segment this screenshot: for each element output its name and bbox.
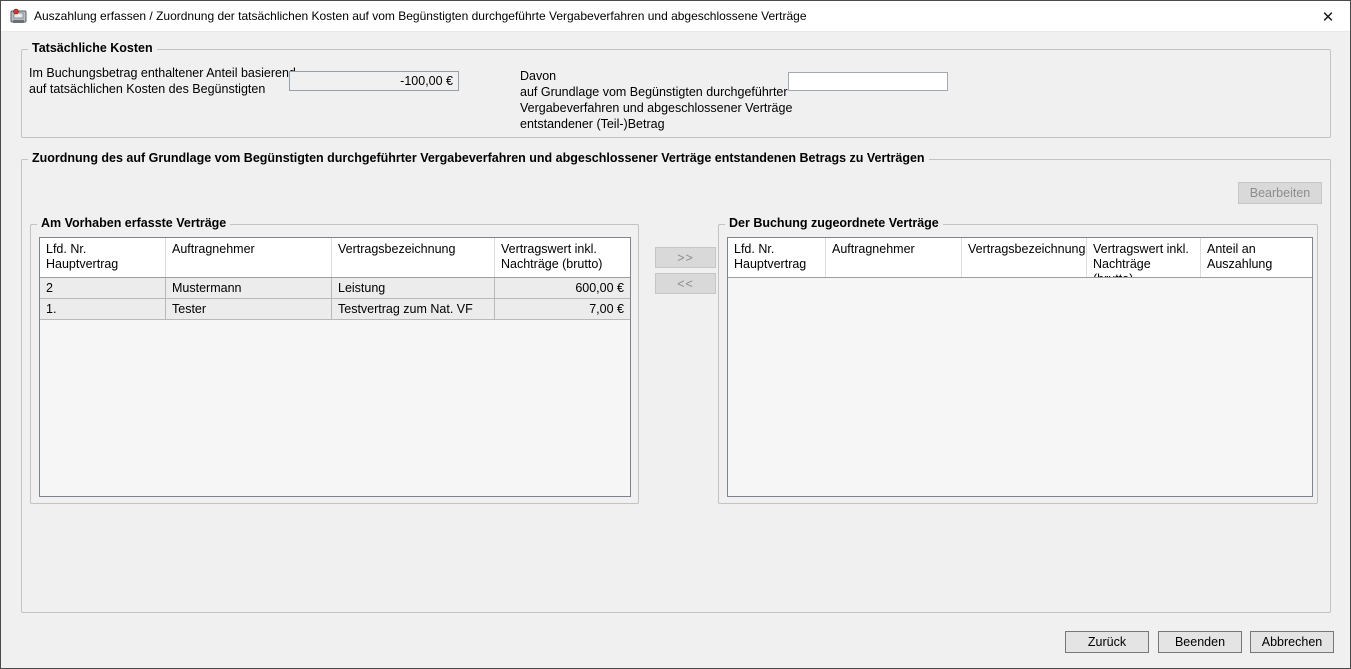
titlebar[interactable]: Auszahlung erfassen / Zuordnung der tats… bbox=[1, 1, 1350, 32]
close-icon[interactable]: ✕ bbox=[1316, 5, 1340, 29]
group-erfasste-vertraege-title: Am Vorhaben erfasste Verträge bbox=[37, 216, 230, 230]
cell-vertragsbezeichnung: Testvertrag zum Nat. VF bbox=[332, 299, 495, 319]
group-zuordnung-title: Zuordnung des auf Grundlage vom Begünsti… bbox=[28, 151, 929, 165]
cell-vertragsbezeichnung: Leistung bbox=[332, 278, 495, 298]
finish-button[interactable]: Beenden bbox=[1158, 631, 1242, 653]
move-left-button[interactable]: << bbox=[655, 273, 716, 294]
column-header: Vertragsbezeichnung bbox=[332, 238, 495, 277]
contracts-table: Lfd. Nr. Hauptvertrag Auftragnehmer Vert… bbox=[39, 237, 631, 497]
group-tatsaechliche-kosten: Tatsächliche Kosten Im Buchungsbetrag en… bbox=[21, 49, 1331, 138]
table-header-row: Lfd. Nr. Hauptvertrag Auftragnehmer Vert… bbox=[728, 238, 1312, 278]
cell-auftragnehmer: Mustermann bbox=[166, 278, 332, 298]
move-right-button[interactable]: >> bbox=[655, 247, 716, 268]
booking-share-label: Im Buchungsbetrag enthaltener Anteil bas… bbox=[29, 65, 296, 97]
column-header: Auftragnehmer bbox=[826, 238, 962, 277]
cell-lfd-nr: 1. bbox=[40, 299, 166, 319]
cell-auftragnehmer: Tester bbox=[166, 299, 332, 319]
column-header: Lfd. Nr. Hauptvertrag bbox=[728, 238, 826, 277]
app-icon bbox=[10, 8, 27, 25]
table-header-row: Lfd. Nr. Hauptvertrag Auftragnehmer Vert… bbox=[40, 238, 630, 278]
column-header: Vertragswert inkl. Nachträge (brutto) bbox=[1087, 238, 1201, 277]
back-button[interactable]: Zurück bbox=[1065, 631, 1149, 653]
cancel-button[interactable]: Abbrechen bbox=[1250, 631, 1334, 653]
cell-vertragswert: 7,00 € bbox=[495, 299, 630, 319]
column-header: Anteil an Auszahlung bbox=[1201, 238, 1312, 277]
table-row[interactable]: 1. Tester Testvertrag zum Nat. VF 7,00 € bbox=[40, 299, 630, 320]
booking-share-field: -100,00 € bbox=[289, 71, 459, 91]
column-header: Lfd. Nr. Hauptvertrag bbox=[40, 238, 166, 277]
cell-vertragswert: 600,00 € bbox=[495, 278, 630, 298]
group-zugeordnete-vertraege: Der Buchung zugeordnete Verträge Lfd. Nr… bbox=[718, 224, 1318, 504]
cell-lfd-nr: 2 bbox=[40, 278, 166, 298]
table-row[interactable]: 2 Mustermann Leistung 600,00 € bbox=[40, 278, 630, 299]
window-title: Auszahlung erfassen / Zuordnung der tats… bbox=[34, 9, 807, 23]
group-tatsaechliche-kosten-title: Tatsächliche Kosten bbox=[28, 41, 157, 55]
column-header: Auftragnehmer bbox=[166, 238, 332, 277]
column-header: Vertragswert inkl. Nachträge (brutto) bbox=[495, 238, 630, 277]
column-header: Vertragsbezeichnung bbox=[962, 238, 1087, 277]
partial-amount-label: Davon auf Grundlage vom Begünstigten dur… bbox=[520, 68, 792, 132]
edit-button[interactable]: Bearbeiten bbox=[1238, 182, 1322, 204]
group-erfasste-vertraege: Am Vorhaben erfasste Verträge Lfd. Nr. H… bbox=[30, 224, 639, 504]
group-zuordnung: Zuordnung des auf Grundlage vom Begünsti… bbox=[21, 159, 1331, 613]
partial-amount-input[interactable] bbox=[788, 72, 948, 91]
assigned-contracts-table: Lfd. Nr. Hauptvertrag Auftragnehmer Vert… bbox=[727, 237, 1313, 497]
dialog-auszahlung-erfassen: Auszahlung erfassen / Zuordnung der tats… bbox=[0, 0, 1351, 669]
group-zugeordnete-vertraege-title: Der Buchung zugeordnete Verträge bbox=[725, 216, 943, 230]
